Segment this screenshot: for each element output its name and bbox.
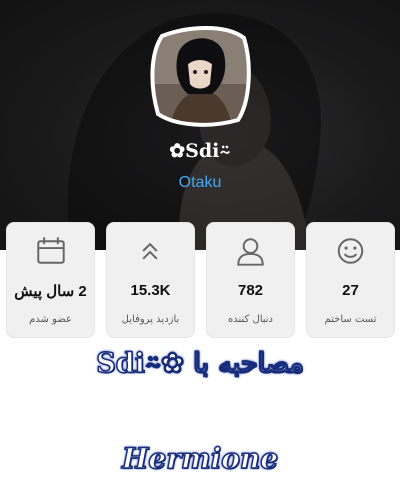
double-chevron-up-icon (142, 242, 158, 260)
stat-card-profile-views: 15.3K بازدید پروفایل (106, 222, 195, 338)
stat-label: عضو شدم (29, 314, 72, 325)
user-icon (237, 238, 264, 266)
stat-value: 15.3K (130, 282, 171, 299)
stat-value: 27 (342, 282, 359, 299)
stat-value: 2 سال پیش (14, 283, 87, 300)
profile-header: ✿Sdi⍨ Otaku (0, 0, 400, 250)
stat-label: بازدید پروفایل (121, 314, 180, 325)
post-subtitle: Hermione (121, 441, 279, 475)
profile-tagline: Otaku (178, 174, 222, 191)
stat-label: دنبال کننده (227, 314, 274, 325)
smiley-icon (337, 238, 364, 264)
stats-row: 2 سال پیش عضو شدم 15.3K بازدید پروفایل 7… (6, 222, 395, 338)
stat-value: 782 (237, 282, 264, 299)
profile-username: ✿Sdi⍨ (169, 140, 231, 162)
calendar-icon (37, 237, 65, 264)
stat-card-joined: 2 سال پیش عضو شدم (6, 222, 95, 338)
avatar[interactable] (148, 24, 252, 128)
stat-card-followers[interactable]: 782 دنبال کننده (206, 222, 295, 338)
post-title: مصاحبه با ✿Sdi⍨ (96, 347, 305, 379)
stat-label: تست ساختم (324, 314, 377, 325)
stat-card-tests-made[interactable]: 27 تست ساختم (306, 222, 395, 338)
